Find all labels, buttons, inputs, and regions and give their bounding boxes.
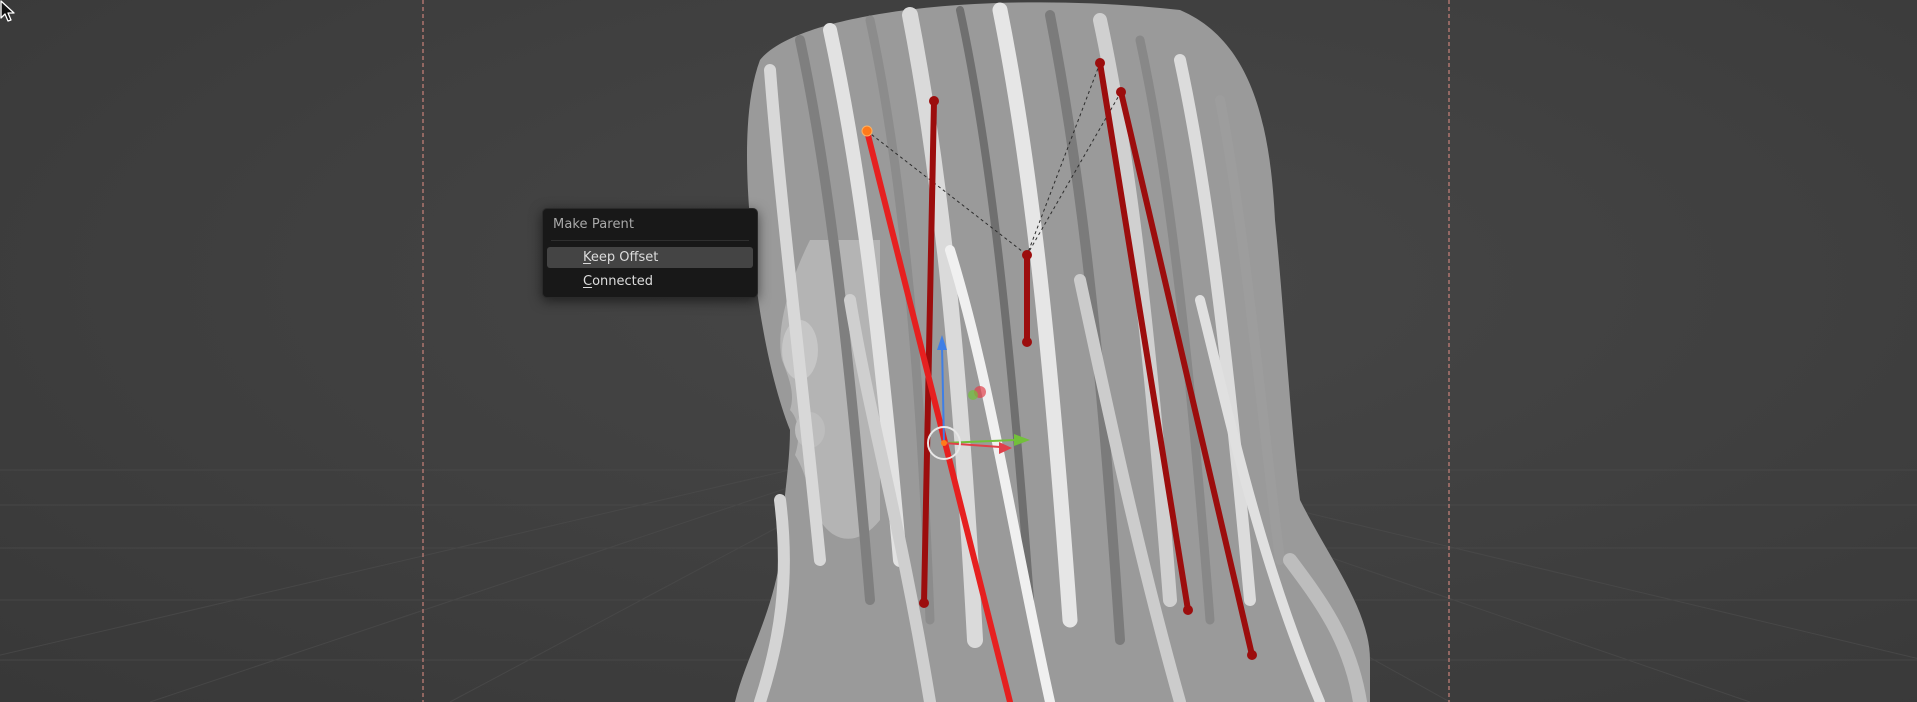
menu-title: Make Parent [553, 217, 635, 232]
keep-offset-menu-item[interactable]: Keep Offset [547, 247, 753, 268]
make-parent-menu: Make Parent Keep Offset Connected [542, 208, 758, 298]
viewport-scene [0, 0, 1917, 702]
head-model [735, 2, 1370, 702]
bone-active-joint [861, 125, 873, 137]
menu-separator [551, 240, 749, 241]
3d-viewport[interactable]: Make Parent Keep Offset Connected [0, 0, 1917, 702]
connected-menu-item[interactable]: Connected [547, 271, 753, 292]
mouse-cursor-icon [0, 0, 15, 22]
keep-offset-label: Keep Offset [583, 250, 659, 265]
connected-label: Connected [583, 274, 654, 289]
